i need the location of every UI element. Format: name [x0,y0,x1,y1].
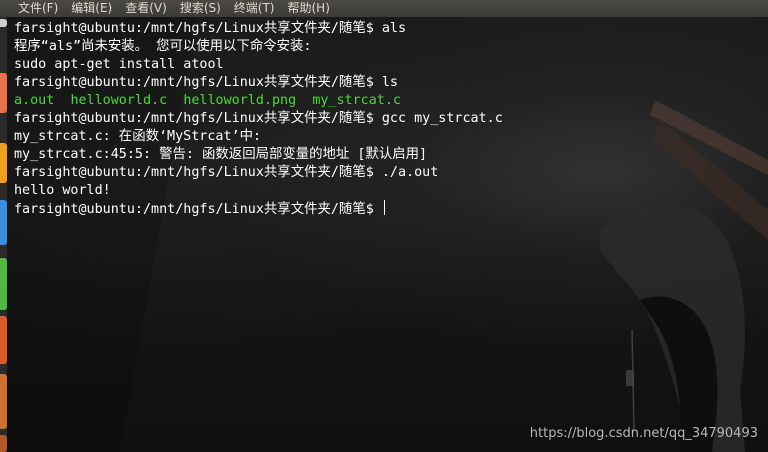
launcher-tile[interactable] [0,258,7,310]
launcher-tile[interactable] [0,143,7,183]
shell-prompt: farsight@ubuntu:/mnt/hgfs/Linux共享文件夹/随笔$ [14,111,382,126]
terminal-line: 程序“als”尚未安装。 您可以使用以下命令安装: [14,38,503,56]
output-text: sudo apt-get install atool [14,57,224,72]
menu-terminal[interactable]: 终端(T) [234,0,275,17]
output-text: my_strcat.c:45:5: 警告: 函数返回局部变量的地址 [默认启用] [14,147,428,162]
command-text: gcc my_strcat.c [381,111,503,126]
terminal-line: my_strcat.c:45:5: 警告: 函数返回局部变量的地址 [默认启用] [14,146,503,164]
file-entry: helloworld.png [183,93,297,108]
launcher-strip [0,17,7,452]
watermark-text: https://blog.csdn.net/qq_34790493 [529,426,758,441]
launcher-tile[interactable] [0,374,7,429]
launcher-tile[interactable] [0,73,7,113]
menu-file[interactable]: 文件(F) [18,0,58,17]
terminal-line: farsight@ubuntu:/mnt/hgfs/Linux共享文件夹/随笔$… [14,20,503,38]
file-entry: my_strcat.c [312,93,401,108]
menu-edit[interactable]: 编辑(E) [71,0,112,17]
command-text: als [381,21,407,36]
output-text: 程序“als”尚未安装。 您可以使用以下命令安装: [14,39,312,54]
terminal-line: sudo apt-get install atool [14,56,503,74]
command-text: ls [381,75,398,90]
shell-prompt: farsight@ubuntu:/mnt/hgfs/Linux共享文件夹/随笔$ [14,165,382,180]
terminal-line: farsight@ubuntu:/mnt/hgfs/Linux共享文件夹/随笔$… [14,110,503,128]
terminal-line: farsight@ubuntu:/mnt/hgfs/Linux共享文件夹/随笔$ [14,200,503,218]
shell-prompt: farsight@ubuntu:/mnt/hgfs/Linux共享文件夹/随笔$ [14,202,382,217]
terminal-line: farsight@ubuntu:/mnt/hgfs/Linux共享文件夹/随笔$… [14,164,503,182]
launcher-tile[interactable] [0,200,7,245]
launcher-tile[interactable] [0,19,7,27]
terminal-output[interactable]: farsight@ubuntu:/mnt/hgfs/Linux共享文件夹/随笔$… [14,20,503,218]
launcher-tile[interactable] [0,435,7,452]
menu-view[interactable]: 查看(V) [125,0,167,17]
menu-help[interactable]: 帮助(H) [288,0,330,17]
output-text: hello world! [14,183,111,198]
file-entry: a.out [14,93,55,108]
launcher-tile[interactable] [0,316,7,364]
menu-search[interactable]: 搜索(S) [180,0,221,17]
shell-prompt: farsight@ubuntu:/mnt/hgfs/Linux共享文件夹/随笔$ [14,21,382,36]
terminal-line: hello world! [14,182,503,200]
command-text: ./a.out [381,165,439,180]
terminal-line: my_strcat.c: 在函数‘MyStrcat’中: [14,128,503,146]
terminal-line: farsight@ubuntu:/mnt/hgfs/Linux共享文件夹/随笔$… [14,74,503,92]
output-text: my_strcat.c: 在函数‘MyStrcat’中: [14,129,262,144]
shell-prompt: farsight@ubuntu:/mnt/hgfs/Linux共享文件夹/随笔$ [14,75,382,90]
text-cursor [383,200,385,215]
terminal-line: a.out helloworld.c helloworld.png my_str… [14,92,503,110]
file-entry: helloworld.c [70,93,168,108]
terminal-window: 文件(F) 编辑(E) 查看(V) 搜索(S) 终端(T) 帮助(H) fars… [0,0,768,452]
menu-bar: 文件(F) 编辑(E) 查看(V) 搜索(S) 终端(T) 帮助(H) [0,0,768,17]
